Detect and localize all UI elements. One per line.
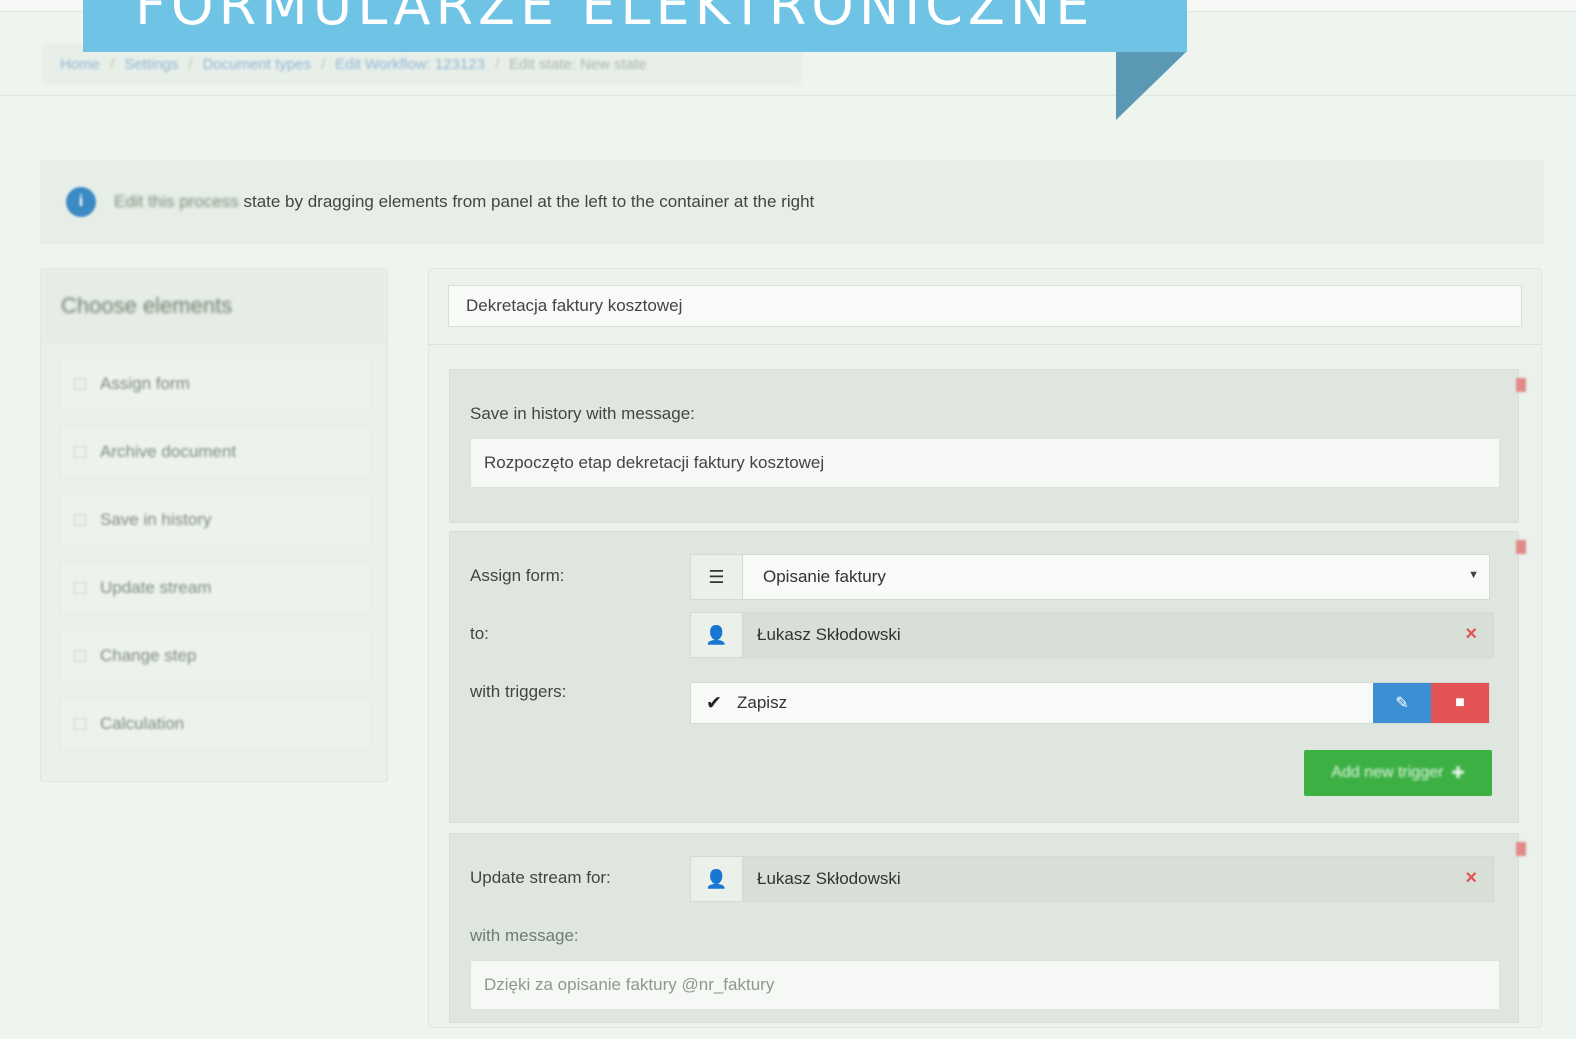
add-trigger-button[interactable]: Add new trigger ✚ — [1304, 750, 1492, 796]
element-label: Calculation — [100, 714, 185, 733]
info-text-main: state by dragging elements from panel at… — [243, 192, 815, 211]
element-update-stream[interactable]: Update stream — [59, 561, 371, 615]
stream-message-label: with message: — [470, 926, 579, 945]
element-calculation[interactable]: Calculation — [59, 697, 371, 751]
element-label: Assign form — [100, 374, 190, 393]
assign-form-card: Assign form: ☰ Opisanie faktury ▼ to: 👤 … — [449, 531, 1526, 823]
update-stream-label: Update stream for: — [470, 868, 611, 887]
form-select-value: Opisanie faktury ▼ — [743, 555, 1489, 599]
pencil-icon: ✎ — [1395, 695, 1409, 712]
breadcrumb-settings[interactable]: Settings — [124, 56, 178, 73]
form-select[interactable]: ☰ Opisanie faktury ▼ — [690, 554, 1490, 600]
info-text: Edit this process state by dragging elem… — [114, 192, 814, 212]
trigger-row: ✔ Zapisz ✎ ■ — [690, 682, 1490, 724]
plus-icon: ✚ — [1451, 765, 1465, 782]
breadcrumb-separator: / — [494, 55, 500, 73]
update-stream-card: Update stream for: 👤 Łukasz Skłodowski ×… — [449, 833, 1526, 1023]
element-label: Save in history — [100, 510, 212, 529]
assignee-value: Łukasz Skłodowski × — [743, 613, 1493, 657]
add-trigger-label: Add new trigger — [1331, 764, 1444, 781]
stream-message-input[interactable]: Dzięki za opisanie faktury @nr_faktury — [470, 960, 1500, 1010]
drag-handle-icon — [74, 514, 86, 526]
banner-fold-corner — [1116, 52, 1186, 120]
element-change-step[interactable]: Change step — [59, 629, 371, 683]
breadcrumb-separator: / — [320, 55, 326, 73]
history-card: Save in history with message: Rozpoczęto… — [449, 369, 1526, 523]
form-list-icon: ☰ — [691, 555, 743, 599]
breadcrumb-separator: / — [188, 55, 193, 73]
elements-panel-title: Choose elements — [41, 269, 387, 343]
clear-icon[interactable]: × — [1465, 867, 1477, 890]
assignee-select[interactable]: 👤 Łukasz Skłodowski × — [690, 612, 1494, 658]
breadcrumb-separator: / — [110, 55, 115, 73]
state-container: Dekretacja faktury kosztowej Save in his… — [428, 268, 1542, 1028]
banner-title: FORMULARZE ELEKTRONICZNE — [135, 0, 1095, 37]
breadcrumb-document-types[interactable]: Document types — [203, 56, 311, 73]
info-alert: i Edit this process state by dragging el… — [40, 160, 1544, 244]
breadcrumb-edit-workflow[interactable]: Edit Workflow: 123123 — [335, 56, 485, 73]
stream-user-select[interactable]: 👤 Łukasz Skłodowski × — [690, 856, 1494, 902]
trash-icon[interactable] — [1516, 842, 1526, 856]
trigger-name: Zapisz — [737, 693, 788, 712]
info-icon: i — [66, 187, 96, 217]
element-save-in-history[interactable]: Save in history — [59, 493, 371, 547]
info-text-faded: Edit this process — [114, 192, 239, 211]
user-icon: 👤 — [691, 613, 743, 657]
drag-handle-icon — [74, 718, 86, 730]
element-archive-document[interactable]: Archive document — [59, 425, 371, 479]
assign-to-label: to: — [470, 624, 489, 643]
state-title-row: Dekretacja faktury kosztowej — [429, 269, 1541, 345]
element-label: Update stream — [100, 578, 212, 597]
caret-down-icon: ▼ — [1468, 569, 1479, 581]
breadcrumb-current: Edit state: New state — [509, 55, 647, 73]
history-label: Save in history with message: — [470, 404, 695, 423]
user-icon: 👤 — [691, 857, 743, 901]
drag-handle-icon — [74, 650, 86, 662]
stream-user-value: Łukasz Skłodowski × — [743, 857, 1493, 901]
check-icon: ✔ — [706, 692, 722, 714]
element-assign-form[interactable]: Assign form — [59, 357, 371, 411]
form-select-text: Opisanie faktury — [763, 567, 886, 586]
breadcrumb-home[interactable]: Home — [60, 56, 100, 73]
assignee-name: Łukasz Skłodowski — [757, 625, 901, 644]
element-label: Change step — [100, 646, 197, 665]
trash-icon: ■ — [1455, 694, 1465, 711]
edit-trigger-button[interactable]: ✎ — [1373, 683, 1431, 723]
delete-trigger-button[interactable]: ■ — [1431, 683, 1489, 723]
promo-banner: FORMULARZE ELEKTRONICZNE — [83, 0, 1187, 52]
state-name-input[interactable]: Dekretacja faktury kosztowej — [448, 285, 1522, 327]
trash-icon[interactable] — [1516, 540, 1526, 554]
elements-panel: Choose elements Assign form Archive docu… — [40, 268, 388, 782]
drag-handle-icon — [74, 582, 86, 594]
history-message-input[interactable]: Rozpoczęto etap dekretacji faktury koszt… — [470, 438, 1500, 488]
drag-handle-icon — [74, 378, 86, 390]
element-label: Archive document — [100, 442, 237, 461]
trash-icon[interactable] — [1516, 378, 1526, 392]
clear-icon[interactable]: × — [1465, 623, 1477, 646]
drag-handle-icon — [74, 446, 86, 458]
stream-user-name: Łukasz Skłodowski — [757, 869, 901, 888]
assign-form-label: Assign form: — [470, 566, 565, 585]
triggers-label: with triggers: — [470, 682, 567, 701]
